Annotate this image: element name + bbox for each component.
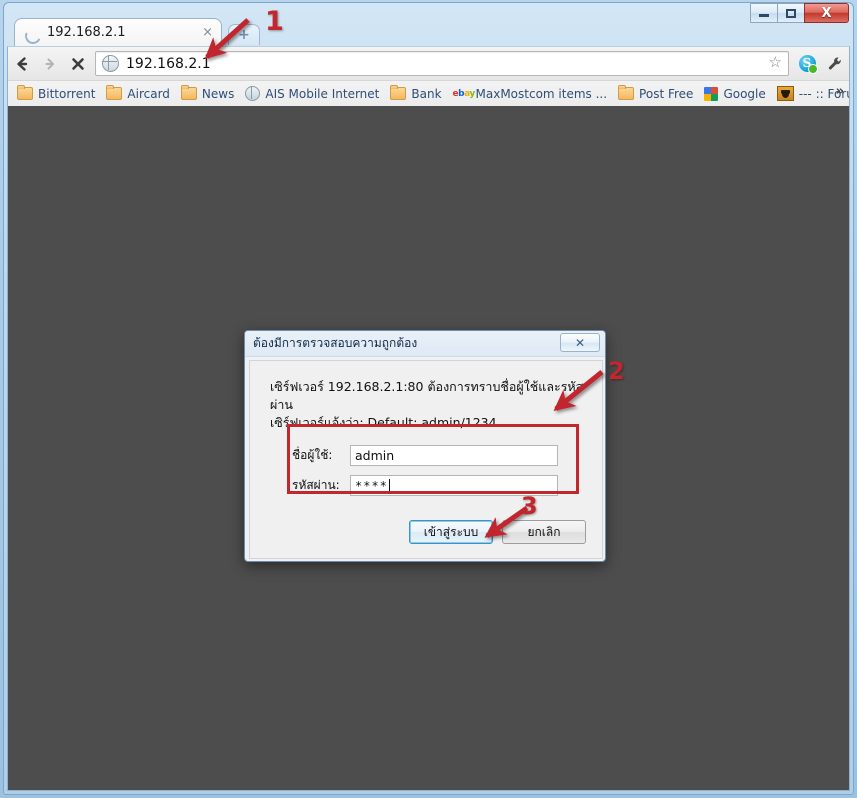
bookmark-star-icon[interactable]: ☆ (769, 55, 782, 70)
tab-close-icon[interactable]: × (202, 26, 213, 39)
screenshot-root: X 192.168.2.1 × + 192.168.2.1 ☆ S Bittor… (0, 0, 857, 798)
plus-icon: + (238, 27, 250, 43)
skype-icon (798, 55, 818, 74)
username-input[interactable]: admin (350, 445, 558, 466)
ebay-icon: ebay (452, 88, 476, 99)
cancel-button[interactable]: ยกเลิก (502, 520, 586, 544)
folder-icon (17, 85, 33, 100)
username-row: ชื่อผู้ใช้: admin (292, 445, 566, 466)
password-label: รหัสผ่าน: (292, 478, 340, 492)
back-button[interactable] (8, 50, 36, 78)
bookmark-item[interactable]: Aircard (101, 85, 175, 103)
forward-button[interactable] (36, 50, 64, 78)
annotation-number-1: 1 (265, 6, 284, 37)
bookmark-item[interactable]: News (176, 85, 239, 103)
username-label: ชื่อผู้ใช้: (292, 448, 333, 462)
bookmark-label: Bank (411, 86, 442, 101)
close-x-icon (72, 57, 84, 70)
dialog-body: เซิร์ฟเวอร์ 192.168.2.1:80 ต้องการทราบชื… (249, 360, 603, 559)
folder-icon (180, 85, 197, 100)
folder-icon (618, 85, 635, 100)
address-bar[interactable]: 192.168.2.1 ☆ (95, 51, 789, 76)
annotation-number-3: 3 (521, 492, 538, 520)
bookmark-label: Google (723, 86, 766, 101)
moose-icon (776, 86, 794, 101)
folder-icon (390, 85, 407, 100)
chrome-menu-button[interactable] (821, 50, 849, 78)
dialog-message-line2: เซิร์ฟเวอร์แจ้งว่า: Default: admin/1234 (270, 415, 497, 430)
back-arrow-icon (17, 56, 28, 71)
browser-toolbar: 192.168.2.1 ☆ (8, 47, 849, 81)
window-titlebar[interactable] (0, 0, 857, 18)
annotation-number-2: 2 (608, 357, 625, 385)
folder-icon (106, 85, 123, 100)
close-icon: ✕ (574, 335, 586, 350)
login-button-label: เข้าสู่ระบบ (423, 524, 479, 539)
cancel-button-label: ยกเลิก (527, 524, 561, 539)
bookmarks-overflow-icon[interactable]: » (836, 85, 844, 98)
bookmark-item[interactable]: AIS Mobile Internet (240, 84, 384, 103)
dialog-close-button[interactable]: ✕ (560, 333, 600, 352)
loading-spinner-icon (22, 25, 44, 46)
bookmark-label: Bittorrent (38, 86, 96, 101)
minimize-icon (759, 14, 769, 17)
browser-tab[interactable]: 192.168.2.1 × (14, 18, 222, 46)
maximize-icon (786, 8, 796, 18)
login-button[interactable]: เข้าสู่ระบบ (409, 520, 493, 544)
tab-title: 192.168.2.1 (47, 25, 126, 40)
dialog-buttons: เข้าสู่ระบบ ยกเลิก (400, 520, 586, 544)
password-value: **** (355, 478, 388, 493)
google-icon (704, 86, 719, 101)
bookmarks-bar: Bittorrent Aircard News AIS Mobile Inter… (8, 81, 849, 107)
forward-arrow-icon (45, 58, 54, 69)
skype-status-badge (807, 64, 818, 74)
new-tab-button[interactable]: + (228, 24, 260, 45)
username-value: admin (355, 448, 395, 463)
skype-button[interactable] (793, 50, 821, 78)
dialog-message: เซิร์ฟเวอร์ 192.168.2.1:80 ต้องการทราบชื… (270, 378, 602, 432)
bookmark-item[interactable]: Bittorrent (12, 85, 100, 103)
bookmark-item[interactable]: ebay MaxMostcom items ... (448, 85, 613, 103)
stop-button[interactable] (64, 50, 92, 78)
bookmark-label: MaxMostcom items ... (475, 86, 608, 101)
bookmark-label: Aircard (127, 86, 170, 101)
bookmark-item[interactable]: Post Free (613, 85, 698, 103)
dialog-titlebar[interactable]: ต้องมีการตรวจสอบความถูกต้อง ✕ (245, 331, 605, 357)
globe-icon (245, 85, 261, 101)
bookmark-label: Post Free (639, 86, 694, 101)
address-bar-url: 192.168.2.1 (126, 55, 211, 72)
bookmark-label: AIS Mobile Internet (265, 86, 380, 101)
bookmark-label: News (201, 86, 235, 101)
text-caret (388, 479, 390, 492)
tab-strip: 192.168.2.1 × + (6, 18, 851, 46)
dialog-title: ต้องมีการตรวจสอบความถูกต้อง (253, 336, 418, 350)
globe-icon (101, 54, 119, 72)
dialog-message-line1: เซิร์ฟเวอร์ 192.168.2.1:80 ต้องการทราบชื… (270, 379, 584, 412)
bookmark-item[interactable]: Bank (385, 85, 446, 103)
authentication-dialog: ต้องมีการตรวจสอบความถูกต้อง ✕ เซิร์ฟเวอร… (244, 330, 606, 562)
bookmark-item[interactable]: Google (699, 85, 770, 103)
wrench-icon (828, 56, 841, 69)
